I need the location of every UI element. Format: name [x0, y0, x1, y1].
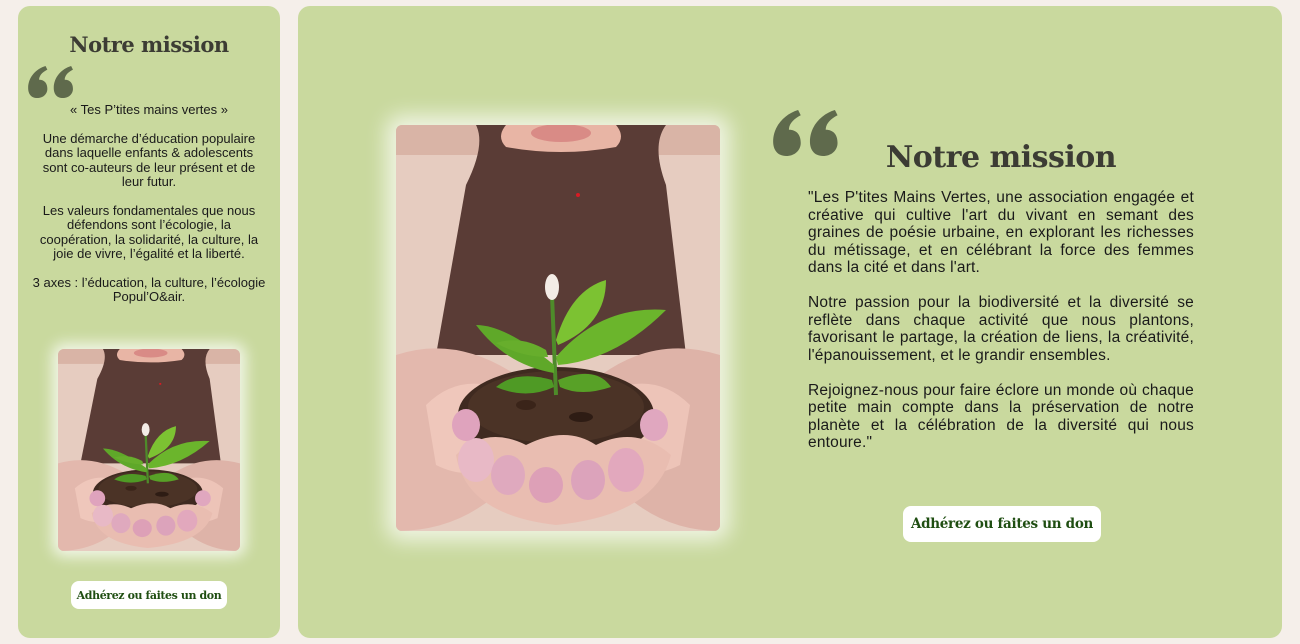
mobile-paragraph: Une démarche d’éducation populaire dans … — [42, 130, 256, 189]
join-donate-button[interactable]: Adhérez ou faites un don — [71, 581, 227, 609]
quote-icon — [28, 66, 74, 98]
desktop-paragraph: Rejoignez-nous pour faire éclore un mond… — [808, 381, 1194, 452]
mobile-tagline: « Tes P’tites mains vertes » — [70, 102, 228, 117]
desktop-paragraph: Notre passion pour la biodiversité et la… — [808, 294, 1194, 364]
mobile-paragraph: 3 axes : l’éducation, la culture, l’écol… — [32, 274, 266, 304]
desktop-mission-title: Notre mission — [885, 140, 1117, 175]
join-donate-button[interactable]: Adhérez ou faites un don — [903, 506, 1101, 542]
mobile-paragraph: Les valeurs fondamentales que nous défen… — [39, 202, 259, 261]
desktop-mission-text: "Les P'tites Mains Vertes, une associati… — [808, 189, 1194, 469]
mobile-mission-text: « Tes P’tites mains vertes » Une démarch… — [32, 102, 266, 319]
desktop-mission-panel: Notre mission "Les P'tites Mains Vertes,… — [298, 6, 1282, 638]
seedling-photo — [58, 349, 240, 551]
mobile-mission-panel: Notre mission « Tes P’tites mains vertes… — [18, 6, 280, 638]
desktop-paragraph: "Les P'tites Mains Vertes, une associati… — [808, 189, 1194, 276]
mobile-mission-title: Notre mission — [69, 32, 229, 57]
seedling-photo — [396, 125, 720, 531]
